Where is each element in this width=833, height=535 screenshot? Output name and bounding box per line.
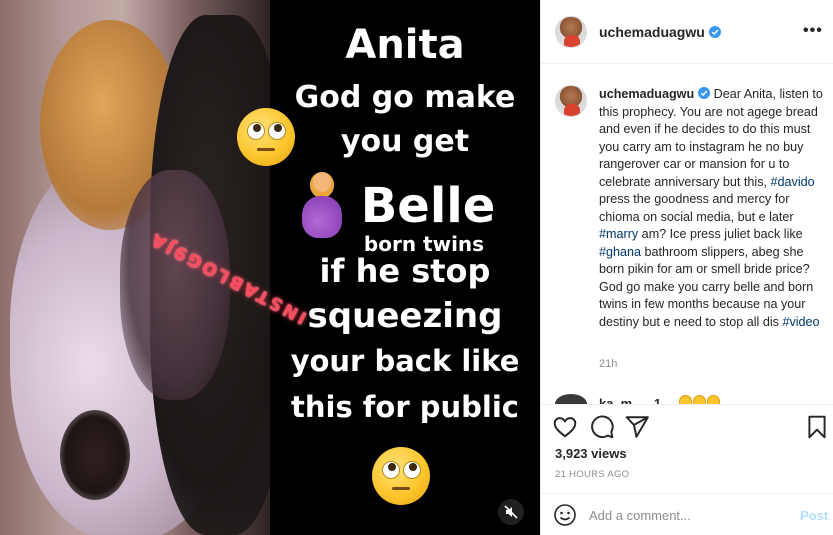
speaker-muted-icon — [504, 505, 518, 519]
header-username-link[interactable]: uchemaduagwu — [599, 24, 721, 40]
comments-list[interactable]: uchemaduagwu Dear Anita, listen to this … — [541, 65, 833, 404]
comment-form: Add a comment... Post — [541, 493, 833, 535]
caption-line: you get — [340, 124, 470, 159]
hashtag-link[interactable]: #ghana — [599, 245, 641, 259]
comment-icon[interactable] — [589, 414, 615, 440]
post-header: uchemaduagwu ••• — [541, 0, 833, 64]
post-actions: 3,923 views 21 HOURS AGO — [541, 404, 833, 500]
comment-input[interactable]: Add a comment... — [589, 508, 691, 523]
more-options-button[interactable]: ••• — [803, 22, 823, 40]
caption-avatar[interactable] — [555, 85, 587, 117]
comment-avatar[interactable] — [555, 394, 587, 404]
caption-line: this for public — [291, 390, 519, 424]
lace-sleeve — [120, 170, 230, 400]
hashtag-link[interactable]: #video — [782, 315, 819, 329]
caption-segment: Dear Anita, listen to this prophecy. You… — [599, 87, 823, 189]
pregnant-woman-emoji-icon — [300, 172, 344, 238]
share-icon[interactable] — [624, 414, 650, 440]
view-count[interactable]: 3,923 views — [555, 446, 627, 461]
post-video[interactable]: INSTABLOG9JA Anita God go make you get B… — [0, 0, 540, 535]
post-comment-button[interactable]: Post — [800, 508, 828, 523]
rolling-eyes-emoji-icon — [679, 395, 692, 404]
hashtag-link[interactable]: #davido — [771, 175, 815, 189]
caption-line: if he stop — [319, 252, 491, 290]
post-timestamp[interactable]: 21 HOURS AGO — [555, 469, 629, 480]
verified-badge-icon — [698, 87, 711, 99]
caption-line: Anita — [345, 22, 465, 68]
caption-line: God go make — [294, 80, 516, 115]
caption-text: uchemaduagwu Dear Anita, listen to this … — [599, 86, 825, 331]
heart-icon[interactable] — [552, 414, 578, 440]
rolling-eyes-emoji-icon — [693, 395, 706, 404]
caption-segment: press the goodness and mercy for chioma … — [599, 192, 794, 224]
caption-timestamp[interactable]: 21h — [599, 358, 617, 370]
rolling-eyes-emoji-icon — [237, 108, 295, 166]
avatar[interactable] — [555, 16, 587, 48]
mute-button[interactable] — [498, 499, 524, 525]
emoji-picker-icon[interactable] — [553, 503, 577, 527]
username-text: uchemaduagwu — [599, 24, 705, 40]
caption-line: your back like — [290, 344, 520, 378]
comment-username-link[interactable]: ka..m......1 — [599, 396, 661, 404]
rolling-eyes-emoji-icon — [372, 447, 430, 505]
caption-username-link[interactable]: uchemaduagwu — [599, 87, 694, 101]
hashtag-link[interactable]: #marry — [599, 227, 638, 241]
bookmark-icon[interactable] — [804, 414, 830, 440]
post-side-panel: uchemaduagwu ••• uchemaduagwu Dear Anita… — [540, 0, 833, 535]
caption-segment: am? Ice press juliet back like — [638, 227, 803, 241]
rolling-eyes-emoji-icon — [707, 395, 720, 404]
verified-badge-icon — [708, 26, 721, 38]
caption-line: squeezing — [307, 296, 503, 336]
hand-figure — [60, 410, 130, 500]
